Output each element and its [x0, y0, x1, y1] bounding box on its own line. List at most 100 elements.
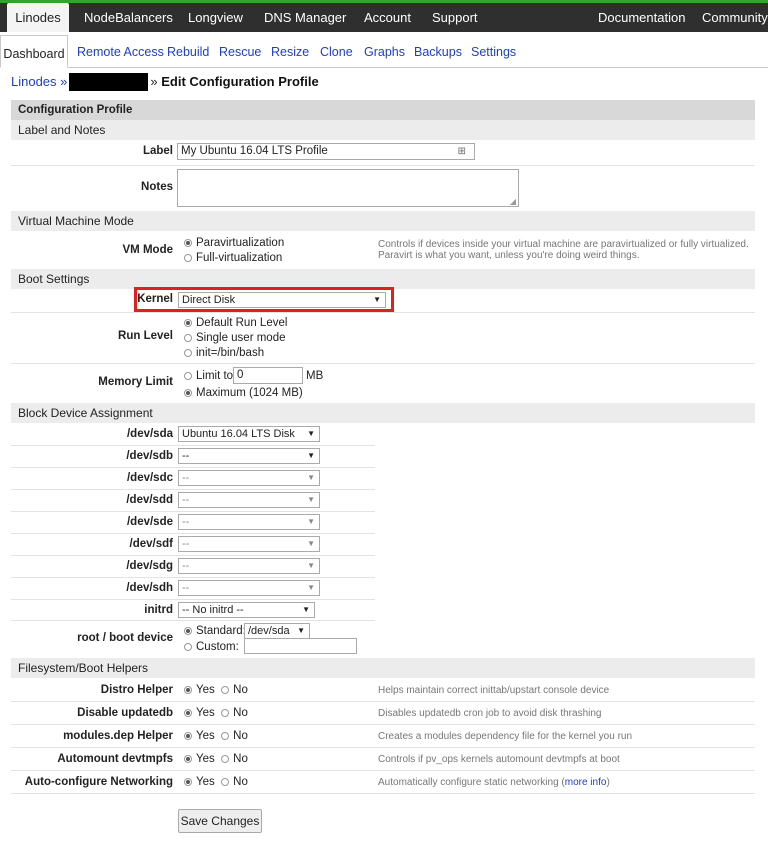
root-device-value: /dev/sda [248, 625, 290, 637]
initrd-label: initrd [144, 604, 173, 616]
helper-label-devtmpfs: Automount devtmpfs [57, 753, 173, 765]
device-label-sdg: /dev/sdg [126, 560, 173, 572]
breadcrumb-linodes-link[interactable]: Linodes » [11, 74, 67, 89]
maximum-label: Maximum (1024 MB) [196, 387, 303, 399]
device-select-sdh[interactable]: -- ▼ [178, 580, 320, 596]
tab-linodes[interactable]: Linodes [7, 3, 69, 32]
memory-option-limit[interactable]: Limit to [184, 370, 233, 382]
helper-yes-option[interactable]: Yes [184, 776, 215, 788]
helper-yes-option[interactable]: Yes [184, 707, 215, 719]
helper-no-option[interactable]: No [221, 730, 248, 742]
runlevel-option-bash[interactable]: init=/bin/bash [184, 347, 264, 359]
subtab-backups[interactable]: Backups [414, 32, 462, 68]
device-select-sdg[interactable]: -- ▼ [178, 558, 320, 574]
chevron-down-icon: ▼ [302, 605, 310, 614]
runlevel-option-single[interactable]: Single user mode [184, 332, 286, 344]
device-select-sde[interactable]: -- ▼ [178, 514, 320, 530]
sub-nav: Dashboard Remote Access Rebuild Rescue R… [0, 32, 768, 68]
helper-no-option[interactable]: No [221, 707, 248, 719]
chevron-down-icon: ▼ [307, 451, 315, 460]
divider [11, 165, 755, 166]
device-label-sdd: /dev/sdd [126, 494, 173, 506]
root-option-standard[interactable]: Standard: [184, 625, 246, 637]
helper-no-option[interactable]: No [221, 684, 248, 696]
tab-community[interactable]: Community [702, 3, 768, 32]
device-select-value: -- [182, 494, 190, 506]
form-header: Configuration Profile [11, 100, 755, 120]
notes-textarea[interactable]: ◢ [177, 169, 519, 207]
subtab-dashboard[interactable]: Dashboard [0, 35, 68, 68]
runlevel-option-label: Single user mode [196, 332, 286, 344]
breadcrumb-separator: » [150, 74, 158, 89]
device-select-sdf[interactable]: -- ▼ [178, 536, 320, 552]
root-option-custom[interactable]: Custom: [184, 641, 239, 653]
label-field-label: Label [142, 145, 173, 157]
helper-no-option[interactable]: No [221, 753, 248, 765]
label-input[interactable]: My Ubuntu 16.04 LTS Profile ⊞ [177, 143, 475, 160]
subtab-graphs[interactable]: Graphs [364, 32, 405, 68]
memory-option-maximum[interactable]: Maximum (1024 MB) [184, 387, 303, 399]
more-info-link[interactable]: more info [565, 777, 607, 788]
helper-yes-option[interactable]: Yes [184, 730, 215, 742]
divider [11, 793, 755, 794]
run-level-label: Run Level [118, 330, 173, 342]
tab-documentation[interactable]: Documentation [598, 3, 685, 32]
vm-option-label: Paravirtualization [196, 237, 285, 249]
helper-label-distro: Distro Helper [100, 684, 173, 696]
root-device-select[interactable]: /dev/sda ▼ [244, 623, 310, 639]
runlevel-option-default[interactable]: Default Run Level [184, 317, 287, 329]
subtab-remote-access[interactable]: Remote Access [77, 32, 164, 68]
helper-help-updatedb: Disables updatedb cron job to avoid disk… [378, 708, 602, 719]
memory-limit-label: Memory Limit [98, 376, 173, 388]
vm-help-2: Paravirt is what you want, unless you're… [378, 250, 640, 261]
helper-yes-option[interactable]: Yes [184, 684, 215, 696]
tab-longview[interactable]: Longview [188, 3, 243, 32]
device-select-sda[interactable]: Ubuntu 16.04 LTS Disk ▼ [178, 426, 320, 442]
helper-yes-option[interactable]: Yes [184, 753, 215, 765]
no-label: No [233, 684, 248, 696]
initrd-select[interactable]: -- No initrd -- ▼ [178, 602, 315, 618]
resize-grip-icon: ◢ [509, 197, 516, 206]
device-select-value: -- [182, 582, 190, 594]
vm-option-label: Full-virtualization [196, 252, 283, 264]
helper-no-option[interactable]: No [221, 776, 248, 788]
device-select-value: -- [182, 560, 190, 572]
redacted-linode-name [69, 73, 149, 91]
subtab-rebuild[interactable]: Rebuild [167, 32, 209, 68]
notes-field-label: Notes [141, 181, 173, 193]
divider [11, 511, 375, 512]
device-select-sdb[interactable]: -- ▼ [178, 448, 320, 464]
device-select-sdd[interactable]: -- ▼ [178, 492, 320, 508]
helper-help-networking: Automatically configure static networkin… [378, 777, 610, 788]
section-label-notes: Label and Notes [11, 120, 755, 140]
memory-limit-input[interactable]: 0 [233, 367, 303, 384]
vm-help-1: Controls if devices inside your virtual … [378, 239, 749, 250]
chevron-down-icon: ▼ [307, 561, 315, 570]
section-block-devices: Block Device Assignment [11, 403, 755, 423]
radio-icon [184, 334, 192, 342]
helper-options-devtmpfs: Yes No [184, 753, 248, 765]
subtab-settings[interactable]: Settings [471, 32, 516, 68]
tab-dns-manager[interactable]: DNS Manager [264, 3, 346, 32]
tab-nodebalancers[interactable]: NodeBalancers [84, 3, 173, 32]
radio-icon [184, 372, 192, 380]
divider [11, 577, 375, 578]
helper-label-modules: modules.dep Helper [63, 730, 173, 742]
vm-option-fullvirt[interactable]: Full-virtualization [184, 252, 282, 264]
subtab-rescue[interactable]: Rescue [219, 32, 261, 68]
subtab-resize[interactable]: Resize [271, 32, 309, 68]
device-select-sdc[interactable]: -- ▼ [178, 470, 320, 486]
helper-help-modules: Creates a modules dependency file for th… [378, 731, 633, 742]
custom-root-input[interactable] [244, 638, 357, 654]
radio-icon [221, 732, 230, 740]
tab-support[interactable]: Support [432, 3, 478, 32]
tab-account[interactable]: Account [364, 3, 411, 32]
save-changes-button[interactable]: Save Changes [178, 809, 262, 833]
divider [11, 724, 755, 725]
subtab-clone[interactable]: Clone [320, 32, 353, 68]
device-select-value: -- [182, 538, 190, 550]
vm-option-paravirt[interactable]: Paravirtualization [184, 237, 284, 249]
initrd-select-value: -- No initrd -- [182, 604, 244, 616]
input-autofill-icon: ⊞ [457, 146, 466, 157]
kernel-select[interactable]: Direct Disk ▼ [178, 292, 386, 308]
